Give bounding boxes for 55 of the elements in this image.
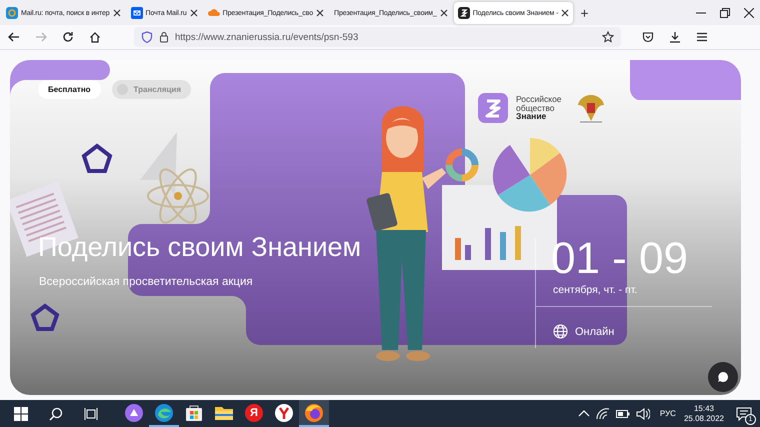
close-icon[interactable] xyxy=(316,9,324,17)
bar-graph-drawing xyxy=(455,226,521,260)
home-icon[interactable] xyxy=(89,31,101,43)
paper-plane-drawing xyxy=(140,132,177,195)
pentagon-drawing xyxy=(30,304,60,331)
event-subtitle: Всероссийская просветительская акция xyxy=(39,276,253,288)
language-indicator[interactable]: РУС xyxy=(660,409,676,418)
pocket-icon[interactable] xyxy=(642,31,654,43)
task-view-icon[interactable] xyxy=(84,406,98,420)
yandex-app-button[interactable]: Я xyxy=(239,400,269,427)
pentagon-drawing xyxy=(82,143,112,173)
menu-icon[interactable] xyxy=(696,31,708,43)
logo-icon xyxy=(478,93,508,123)
network-icon[interactable] xyxy=(596,408,610,420)
clock-time[interactable]: 15:43 xyxy=(694,404,714,414)
url-text: https://www.znanierussia.ru/events/psn-593 xyxy=(175,32,358,42)
clock-date[interactable]: 25.08.2022 xyxy=(684,414,724,424)
mail-icon xyxy=(6,7,18,19)
donut-chart-drawing xyxy=(446,148,478,182)
tag-label: Трансляция xyxy=(112,80,191,99)
notifications-icon[interactable] xyxy=(736,406,752,420)
store-app-icon xyxy=(184,402,204,422)
windows-start-icon[interactable] xyxy=(14,406,28,420)
globe-icon xyxy=(553,324,568,339)
firefox-browser-icon xyxy=(304,402,324,422)
close-icon[interactable] xyxy=(190,9,198,17)
star-icon[interactable] xyxy=(602,31,614,43)
browser-app-icon xyxy=(274,402,294,422)
close-icon[interactable] xyxy=(112,9,121,17)
cloud-icon xyxy=(208,7,220,19)
envelope-icon xyxy=(130,7,143,19)
chat-icon xyxy=(717,371,729,383)
taskbar-app-button[interactable] xyxy=(299,400,329,427)
site-icon xyxy=(458,7,470,19)
reload-icon[interactable] xyxy=(62,31,74,43)
event-format: Онлайн xyxy=(575,326,614,338)
back-icon[interactable] xyxy=(8,31,20,43)
close-icon[interactable] xyxy=(744,8,754,18)
atom-drawing xyxy=(147,168,209,224)
close-icon[interactable] xyxy=(561,9,570,17)
battery-icon[interactable] xyxy=(616,408,630,418)
edge-browser-icon xyxy=(154,402,174,422)
close-icon[interactable] xyxy=(440,9,448,17)
logo-text: Российское общество Знание xyxy=(516,95,562,121)
shield-icon[interactable] xyxy=(141,31,153,43)
new-tab-button[interactable]: + xyxy=(577,5,592,21)
help-chat-button[interactable] xyxy=(708,362,738,392)
address-bar[interactable]: https://www.znanierussia.ru/events/psn-593 xyxy=(134,27,621,47)
tag-label: Бесплатно xyxy=(38,80,101,99)
search-icon[interactable] xyxy=(49,406,63,420)
assistant-app-icon xyxy=(124,402,144,422)
volume-icon[interactable] xyxy=(636,408,650,420)
download-icon[interactable] xyxy=(669,31,681,43)
lock-icon[interactable] xyxy=(159,31,169,43)
restore-icon[interactable] xyxy=(720,8,730,18)
